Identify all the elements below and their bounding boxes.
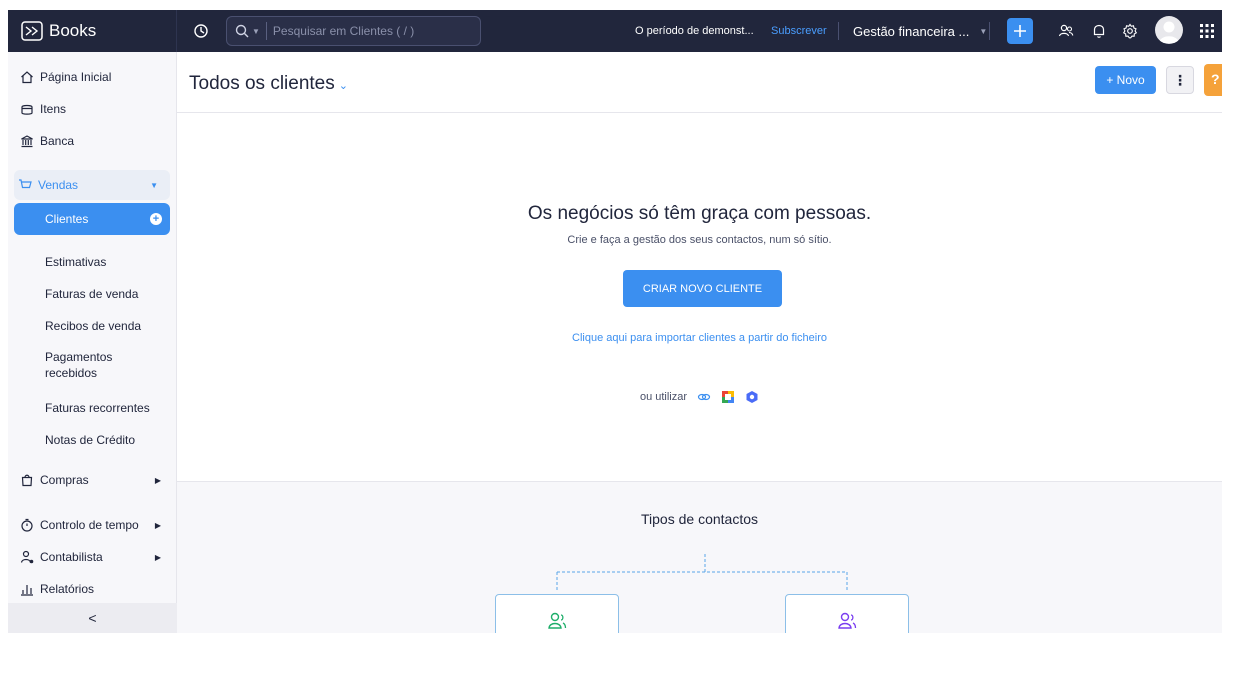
sidebar-item-invoices[interactable]: Faturas de venda — [45, 286, 170, 302]
add-client-icon[interactable]: + — [150, 213, 162, 225]
sidebar-item-purchases[interactable]: Compras ▶ — [8, 465, 177, 495]
sidebar-item-time-tracking[interactable]: Controlo de tempo ▶ — [8, 510, 177, 540]
users-icon — [838, 612, 857, 629]
create-client-button[interactable]: CRIAR NOVO CLIENTE — [623, 270, 782, 307]
collapse-sidebar-button[interactable]: < — [8, 603, 177, 633]
user-avatar-icon — [1159, 21, 1179, 43]
users-icon — [548, 612, 567, 629]
accountant-icon — [20, 550, 34, 564]
items-icon — [21, 104, 33, 115]
sidebar-item-label: Controlo de tempo — [40, 518, 139, 532]
bank-icon — [21, 135, 33, 148]
chevron-right-icon: ▶ — [154, 552, 161, 562]
sidebar-item-accountant[interactable]: Contabilista ▶ — [8, 542, 177, 572]
sidebar-item-reports[interactable]: Relatórios — [8, 574, 177, 604]
sidebar-item-label: Clientes — [45, 212, 89, 226]
sidebar-item-clients[interactable]: Clientes + — [14, 203, 170, 235]
bell-icon[interactable] — [1090, 22, 1108, 40]
sidebar-item-home[interactable]: Página Inicial — [8, 62, 177, 92]
contact-types-connector — [556, 554, 848, 592]
chevron-right-icon: ▶ — [154, 520, 161, 530]
org-switcher[interactable]: Gestão financeira ... ▼ — [853, 24, 987, 39]
home-icon — [21, 71, 33, 84]
link-icon[interactable] — [697, 390, 711, 404]
bag-icon — [21, 474, 33, 487]
search-scope-chevron-icon[interactable]: ▼ — [252, 27, 260, 36]
page-header: Todos os clientes ⌄ + Novo ⋮ ? — [177, 52, 1222, 113]
books-logo-icon — [21, 21, 43, 41]
topbar-divider-2 — [989, 22, 990, 40]
search-divider — [265, 22, 267, 40]
trial-notice: O período de demonst... — [635, 25, 754, 37]
sidebar-item-label: Compras — [40, 473, 89, 487]
sidebar: Página Inicial Itens Banca Vendas ▼ Clie… — [8, 52, 177, 633]
import-clients-link[interactable]: Clique aqui para importar clientes a par… — [177, 332, 1222, 344]
search-icon — [235, 24, 249, 38]
office-contacts-icon[interactable] — [745, 390, 759, 404]
new-client-button[interactable]: + Novo — [1095, 66, 1156, 94]
alt-text: ou utilizar — [639, 391, 688, 403]
cart-icon — [19, 179, 32, 189]
recent-history-icon[interactable] — [192, 22, 210, 40]
empty-state-title: Os negócios só têm graça com pessoas. — [527, 203, 872, 224]
contact-type-card-vendor[interactable] — [785, 594, 909, 633]
contact-types-section: Tipos de contactos — [177, 481, 1222, 633]
alternative-sources: ou utilizar — [177, 390, 1222, 404]
subscribe-link[interactable]: Subscrever — [771, 25, 827, 37]
page-title[interactable]: Todos os clientes ⌄ — [189, 73, 348, 95]
sidebar-item-label: Vendas — [38, 178, 79, 192]
bar-chart-icon — [21, 585, 33, 596]
chevron-down-icon: ▼ — [979, 27, 988, 36]
help-button[interactable]: ? — [1204, 64, 1222, 96]
main-content: Todos os clientes ⌄ + Novo ⋮ ? Os negócio… — [177, 52, 1222, 633]
sidebar-item-payments-received[interactable]: Pagamentos recebidos — [45, 349, 135, 381]
apps-grid-icon[interactable] — [1198, 22, 1216, 40]
google-contacts-icon[interactable] — [721, 390, 735, 404]
sidebar-item-recurring-invoices[interactable]: Faturas recorrentes — [45, 400, 170, 416]
sidebar-item-sales[interactable]: Vendas ▼ — [14, 170, 170, 200]
sidebar-item-label: Relatórios — [40, 582, 95, 596]
org-name: Gestão financeira ... — [853, 24, 970, 39]
contact-type-card-customer[interactable] — [495, 594, 619, 633]
chevron-down-icon: ⌄ — [338, 80, 348, 92]
plus-icon — [1014, 25, 1026, 37]
chevron-down-icon: ▼ — [150, 180, 158, 190]
sidebar-item-credit-notes[interactable]: Notas de Crédito — [45, 432, 170, 448]
empty-state-subtitle: Crie e faça a gestão dos seus contactos,… — [567, 234, 832, 246]
app-name: Books — [49, 21, 97, 40]
quick-create-button[interactable] — [1007, 18, 1033, 44]
top-bar: Books ▼ O período de demonst... Subscrev… — [8, 10, 1222, 52]
sidebar-item-label: Página Inicial — [40, 70, 112, 84]
topbar-divider — [838, 22, 839, 40]
avatar[interactable] — [1155, 16, 1183, 44]
chevron-left-icon: < — [88, 610, 97, 626]
search-input[interactable] — [272, 24, 473, 38]
page-title-text: Todos os clientes — [189, 73, 335, 94]
more-options-button[interactable]: ⋮ — [1166, 66, 1194, 94]
users-icon[interactable] — [1057, 22, 1075, 40]
stopwatch-icon — [21, 518, 33, 532]
search-box[interactable]: ▼ — [226, 16, 481, 46]
sidebar-item-label: Banca — [40, 134, 75, 148]
sidebar-item-label: Contabilista — [40, 550, 103, 564]
sidebar-item-items[interactable]: Itens — [8, 94, 177, 124]
chevron-right-icon: ▶ — [154, 475, 161, 485]
brand[interactable]: Books — [8, 10, 177, 52]
sidebar-item-label: Itens — [40, 102, 67, 116]
sidebar-item-receipts[interactable]: Recibos de venda — [45, 318, 170, 334]
app-window: Books ▼ O período de demonst... Subscrev… — [8, 10, 1222, 633]
gear-icon[interactable] — [1121, 22, 1139, 40]
sidebar-item-banking[interactable]: Banca — [8, 126, 177, 156]
sidebar-item-estimates[interactable]: Estimativas — [45, 254, 170, 270]
